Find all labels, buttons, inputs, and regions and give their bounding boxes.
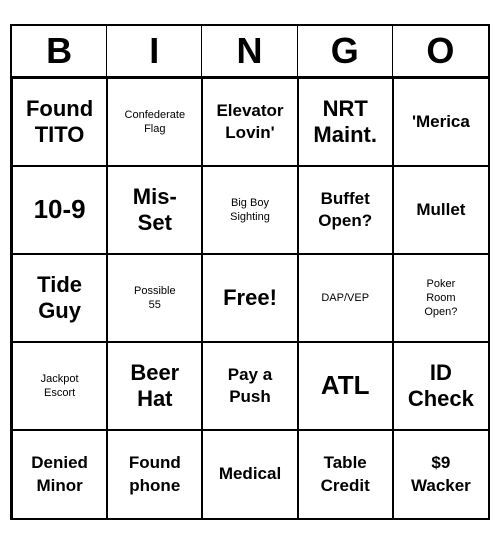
bingo-cell: Confederate Flag (107, 78, 202, 166)
cell-text: Mullet (416, 199, 465, 221)
bingo-cell: Beer Hat (107, 342, 202, 430)
header-letter: G (298, 26, 393, 76)
bingo-cell: Pay a Push (202, 342, 297, 430)
bingo-cell: Table Credit (298, 430, 393, 518)
cell-text: Buffet Open? (318, 188, 372, 232)
bingo-cell: 'Merica (393, 78, 488, 166)
cell-text: 10-9 (34, 193, 86, 227)
cell-text: Medical (219, 463, 281, 485)
cell-text: NRT Maint. (313, 96, 377, 149)
bingo-header: BINGO (12, 26, 488, 78)
bingo-cell: ATL (298, 342, 393, 430)
cell-text: Beer Hat (130, 360, 179, 413)
cell-text: Free! (223, 284, 277, 313)
cell-text: Big Boy Sighting (230, 196, 270, 225)
bingo-cell: Denied Minor (12, 430, 107, 518)
cell-text: Tide Guy (37, 272, 82, 325)
cell-text: 'Merica (412, 111, 470, 133)
bingo-cell: Poker Room Open? (393, 254, 488, 342)
header-letter: I (107, 26, 202, 76)
cell-text: Poker Room Open? (424, 277, 457, 320)
bingo-cell: Big Boy Sighting (202, 166, 297, 254)
cell-text: Possible 55 (134, 284, 176, 313)
header-letter: O (393, 26, 488, 76)
bingo-cell: Possible 55 (107, 254, 202, 342)
bingo-cell: 10-9 (12, 166, 107, 254)
bingo-cell: DAP/VEP (298, 254, 393, 342)
bingo-cell: Mis- Set (107, 166, 202, 254)
cell-text: $9 Wacker (411, 452, 471, 496)
bingo-cell: Free! (202, 254, 297, 342)
cell-text: Confederate Flag (125, 108, 186, 137)
bingo-cell: NRT Maint. (298, 78, 393, 166)
cell-text: Found phone (129, 452, 181, 496)
bingo-cell: Medical (202, 430, 297, 518)
bingo-cell: Elevator Lovin' (202, 78, 297, 166)
cell-text: Elevator Lovin' (216, 100, 283, 144)
bingo-cell: Found phone (107, 430, 202, 518)
cell-text: Found TITO (26, 96, 93, 149)
cell-text: Mis- Set (133, 184, 177, 237)
bingo-cell: Buffet Open? (298, 166, 393, 254)
bingo-grid: Found TITO Confederate Flag Elevator Lovin… (12, 78, 488, 518)
bingo-cell: Jackpot Escort (12, 342, 107, 430)
cell-text: ID Check (408, 360, 474, 413)
cell-text: Denied Minor (31, 452, 88, 496)
bingo-cell: $9 Wacker (393, 430, 488, 518)
header-letter: N (202, 26, 297, 76)
cell-text: DAP/VEP (321, 291, 369, 305)
bingo-cell: ID Check (393, 342, 488, 430)
bingo-cell: Found TITO (12, 78, 107, 166)
header-letter: B (12, 26, 107, 76)
cell-text: Table Credit (321, 452, 370, 496)
bingo-cell: Tide Guy (12, 254, 107, 342)
bingo-cell: Mullet (393, 166, 488, 254)
cell-text: ATL (321, 369, 370, 403)
cell-text: Jackpot Escort (41, 372, 79, 401)
bingo-card: BINGO Found TITO Confederate Flag Elevator… (10, 24, 490, 520)
cell-text: Pay a Push (228, 364, 272, 408)
